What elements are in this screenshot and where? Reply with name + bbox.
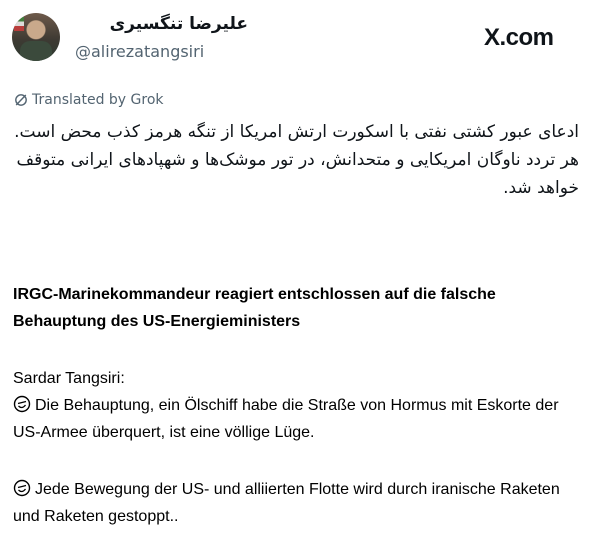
article-point: Jede Bewegung der US- und alliierten Flo… xyxy=(13,476,583,530)
flag-decoration xyxy=(14,17,24,31)
article-point: Die Behauptung, ein Ölschiff habe die St… xyxy=(13,392,583,446)
smile-emoji-icon xyxy=(13,479,31,497)
smile-emoji-icon xyxy=(13,395,31,413)
tweet-line: ادعای عبور کشتی نفتی با اسکورت ارتش امری… xyxy=(14,122,579,142)
handle[interactable]: @alirezatangsiri xyxy=(75,42,204,61)
grok-icon xyxy=(15,94,27,106)
article: IRGC-Marinekommandeur reagiert entschlos… xyxy=(13,281,583,530)
tweet-body: ادعای عبور کشتی نفتی با اسکورت ارتش امری… xyxy=(14,118,579,202)
tweet-card: علیرضا تنگسیری @alirezatangsiri X.com Tr… xyxy=(0,0,595,275)
tweet-line: هر تردد ناوگان امریکایی و متحدانش، در تو… xyxy=(16,150,579,198)
point-text: Jede Bewegung der US- und alliierten Flo… xyxy=(13,481,560,525)
speaker: Sardar Tangsiri: xyxy=(13,370,125,387)
avatar[interactable] xyxy=(12,13,60,61)
translated-label: Translated by Grok xyxy=(32,92,164,108)
uniform-decoration xyxy=(20,41,52,61)
point-text: Die Behauptung, ein Ölschiff habe die St… xyxy=(13,397,559,441)
x-logo: X.com xyxy=(484,24,554,51)
translated-by-grok[interactable]: Translated by Grok xyxy=(14,92,164,108)
article-headline: IRGC-Marinekommandeur reagiert entschlos… xyxy=(13,286,496,330)
display-name[interactable]: علیرضا تنگسیری xyxy=(78,14,248,34)
